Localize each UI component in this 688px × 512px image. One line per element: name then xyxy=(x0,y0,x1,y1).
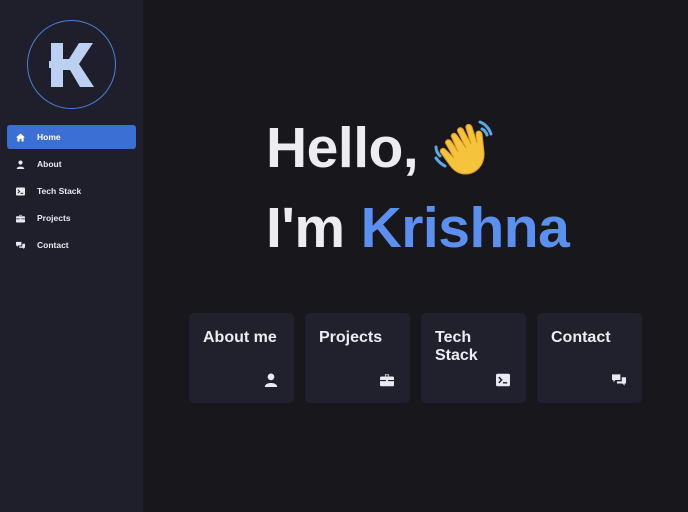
sidebar-item-label: Tech Stack xyxy=(37,186,82,196)
waving-hand-icon xyxy=(432,116,496,180)
chat-icon xyxy=(612,373,626,387)
app-root: Home About Tech Stack Projects Contact H… xyxy=(0,0,688,512)
sidebar-item-projects[interactable]: Projects xyxy=(7,206,136,230)
user-icon xyxy=(264,373,278,387)
briefcase-icon xyxy=(15,213,25,223)
hero-intro: I'm xyxy=(266,196,345,260)
card-title: Contact xyxy=(551,329,611,346)
card-title: About me xyxy=(203,329,277,346)
sidebar-item-label: Projects xyxy=(37,213,71,223)
sidebar-nav: Home About Tech Stack Projects Contact xyxy=(7,125,136,260)
terminal-icon xyxy=(496,373,510,387)
sidebar-item-contact[interactable]: Contact xyxy=(7,233,136,257)
hero-heading: Hello, I'm Krishna xyxy=(266,108,570,268)
card-contact[interactable]: Contact xyxy=(537,313,642,403)
home-icon xyxy=(15,132,25,142)
hero-line-name: I'm Krishna xyxy=(266,188,570,268)
card-about-me[interactable]: About me xyxy=(189,313,294,403)
card-tech-stack[interactable]: Tech Stack xyxy=(421,313,526,403)
k-logo-icon xyxy=(48,42,94,87)
logo[interactable] xyxy=(27,20,116,109)
hero-greeting: Hello, xyxy=(266,116,419,180)
chat-icon xyxy=(15,240,25,250)
card-title: Projects xyxy=(319,329,383,346)
card-projects[interactable]: Projects xyxy=(305,313,410,403)
sidebar: Home About Tech Stack Projects Contact xyxy=(0,0,143,512)
hero-line-greeting: Hello, xyxy=(266,108,569,188)
sidebar-item-label: Home xyxy=(37,132,61,142)
terminal-icon xyxy=(15,186,25,196)
sidebar-item-home[interactable]: Home xyxy=(7,125,136,149)
sidebar-item-label: About xyxy=(37,159,62,169)
card-title: Tech Stack xyxy=(435,329,478,364)
briefcase-icon xyxy=(380,373,394,387)
user-icon xyxy=(15,159,25,169)
sidebar-item-label: Contact xyxy=(37,240,69,250)
sidebar-item-tech-stack[interactable]: Tech Stack xyxy=(7,179,136,203)
hero-name: Krishna xyxy=(360,196,570,260)
sidebar-item-about[interactable]: About xyxy=(7,152,136,176)
quick-links: About me Projects Tech Stack Contact xyxy=(189,313,642,403)
main-content: Hello, I'm Krishna About me Projects Tec… xyxy=(143,0,688,512)
